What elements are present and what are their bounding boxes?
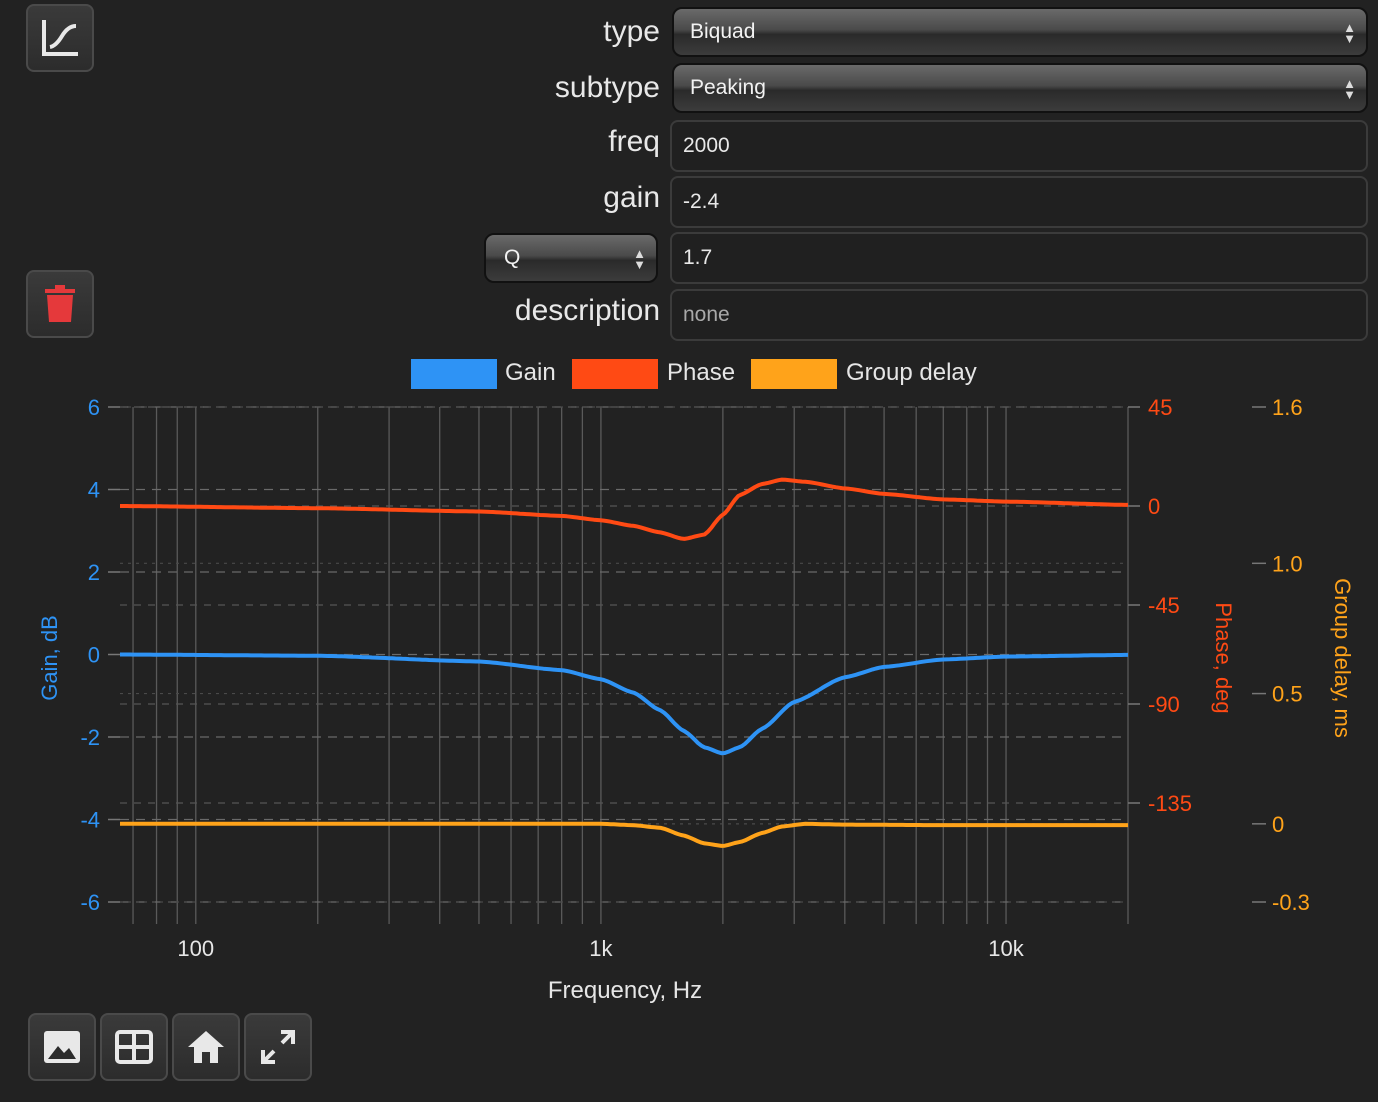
y2-tick-label: 0	[1148, 494, 1160, 519]
y-tick-label: 4	[88, 478, 100, 503]
y2-tick-label: -135	[1148, 791, 1192, 816]
y-tick-label: -2	[80, 725, 100, 750]
curve-phase	[120, 477, 1128, 541]
fullscreen-button[interactable]	[244, 1013, 312, 1081]
x-axis-label: Frequency, Hz	[548, 977, 702, 1004]
image-icon	[44, 1031, 80, 1063]
y2-tick-label: -45	[1148, 593, 1180, 618]
home-button[interactable]	[172, 1013, 240, 1081]
y3-tick-label: 1.0	[1272, 551, 1303, 576]
y-axis-label-phase: Phase, deg	[1211, 602, 1236, 713]
chart-axes: 6 4 2 0 -2 -4 -6 45 0 -45 -90 -135 1.6 1.0 0.5 0 -0.3 100…	[80, 395, 1309, 961]
y-tick-label: -4	[80, 808, 100, 833]
y-tick-label: 6	[88, 395, 100, 420]
y-axis-label-gain: Gain, dB	[37, 615, 62, 701]
save-image-button[interactable]	[28, 1013, 96, 1081]
y2-tick-label: 45	[1148, 395, 1172, 420]
table-icon	[115, 1030, 153, 1064]
x-tick-label: 100	[177, 936, 214, 961]
y-tick-label: -6	[80, 890, 100, 915]
y-tick-label: 2	[88, 560, 100, 585]
y3-tick-label: 0	[1272, 812, 1284, 837]
curve-group-delay	[120, 821, 1128, 848]
y2-tick-label: -90	[1148, 692, 1180, 717]
x-tick-label: 10k	[988, 936, 1024, 961]
y-axis-label-group-delay: Group delay, ms	[1330, 578, 1355, 738]
y3-tick-label: -0.3	[1272, 890, 1310, 915]
y3-tick-label: 1.6	[1272, 395, 1303, 420]
chart-grid	[120, 406, 1129, 924]
home-icon	[188, 1031, 224, 1063]
y3-tick-label: 0.5	[1272, 682, 1303, 707]
chart-curves	[120, 477, 1128, 848]
frequency-response-chart[interactable]: 6 4 2 0 -2 -4 -6 45 0 -45 -90 -135 1.6 1.0 0.5 0 -0.3 100…	[0, 0, 1378, 1010]
table-view-button[interactable]	[100, 1013, 168, 1081]
y-tick-label: 0	[88, 643, 100, 668]
expand-icon	[261, 1030, 295, 1064]
x-tick-label: 1k	[589, 936, 613, 961]
